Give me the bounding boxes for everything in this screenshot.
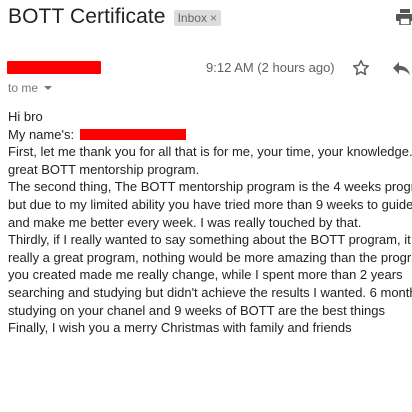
email-view: BOTT Certificate Inbox × 9:12 AM (2 hour… (0, 0, 412, 412)
star-icon[interactable] (351, 58, 371, 78)
body-line: really a great program, nothing would be… (8, 249, 412, 265)
body-name-line: My name's: (8, 126, 412, 144)
name-redaction (80, 128, 187, 140)
recipient-label: to me (8, 81, 39, 95)
inbox-label-text: Inbox (177, 11, 207, 25)
body-line: and make me better every week. I was rea… (8, 214, 362, 230)
body-line: First, let me thank you for all that is … (8, 144, 412, 160)
reply-icon[interactable] (391, 60, 411, 76)
subject-row: BOTT Certificate Inbox × (8, 4, 221, 30)
email-subject: BOTT Certificate (8, 5, 166, 28)
body-line: but due to my limited ability you have t… (8, 196, 412, 212)
body-greeting: Hi bro (8, 109, 43, 124)
remove-label-icon[interactable]: × (210, 10, 217, 26)
email-body: Hi bro My name's: First, let me thank yo… (8, 108, 412, 337)
chevron-down-icon[interactable] (44, 86, 53, 90)
name-prefix: My name's: (8, 126, 75, 142)
inbox-label-chip[interactable]: Inbox × (173, 10, 221, 26)
body-line: The second thing, The BOTT mentorship pr… (8, 179, 412, 195)
body-line: studying on your chanel and 9 weeks of B… (8, 302, 385, 318)
body-line: you created made me really change, while… (8, 267, 403, 283)
recipient-row[interactable]: to me (8, 81, 53, 95)
email-timestamp: 9:12 AM (2 hours ago) (206, 60, 335, 75)
body-line: Finally, I wish you a merry Christmas wi… (8, 320, 352, 336)
print-icon[interactable] (396, 9, 412, 25)
body-line: searching and studying but didn't achiev… (8, 284, 412, 300)
body-line: Thirdly, if I really wanted to say somet… (8, 232, 412, 248)
body-line: great BOTT mentorship program. (8, 161, 200, 177)
sender-name-redaction (7, 61, 101, 74)
